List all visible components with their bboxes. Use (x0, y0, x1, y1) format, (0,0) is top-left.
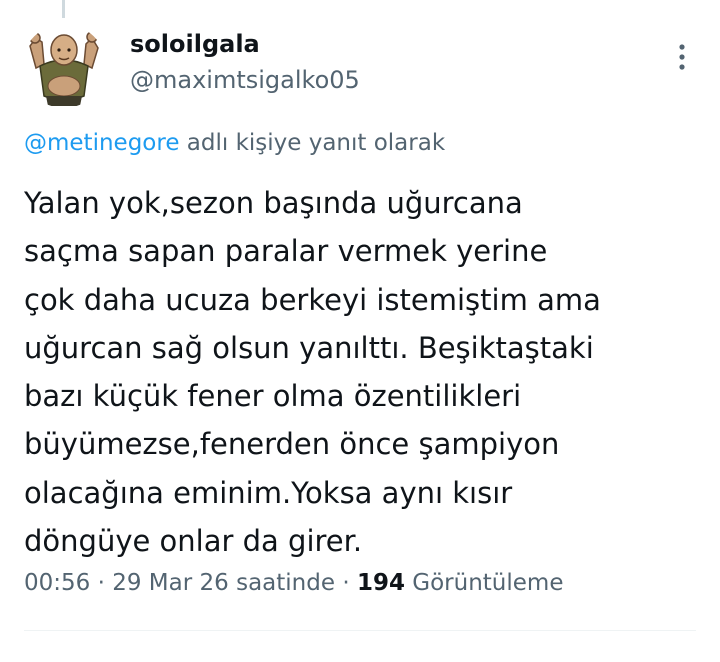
tweet-time[interactable]: 00:56 (24, 570, 90, 596)
views-label: Görüntüleme (404, 570, 564, 596)
tweet-meta: 00:56 · 29 Mar 26 saatinde · 194 Görüntü… (24, 570, 563, 596)
reply-context: @metinegore adlı kişiye yanıt olarak (24, 130, 445, 156)
tweet-date[interactable]: 29 Mar 26 saatinde (112, 570, 335, 596)
tweet-text-line: Yalan yok,sezon başında uğurcana (24, 186, 523, 220)
tweet-text-line: olacağına eminim.Yoksa aynı kısır (24, 475, 513, 510)
tweet-text-line: çok daha ucuza berkeyi istemiştim ama (24, 282, 601, 317)
avatar[interactable] (22, 24, 106, 108)
tweet-text-line: büyümezse,fenerden önce şampiyon (24, 427, 560, 462)
more-options-button[interactable] (668, 40, 696, 74)
meta-separator: · (90, 570, 113, 596)
view-count[interactable]: 194 (357, 570, 405, 596)
more-options-icon (679, 44, 685, 70)
tweet-text-line: bazı küçük fener olma özentilikleri (24, 379, 522, 414)
display-name[interactable]: soloilgala (130, 30, 260, 58)
user-handle[interactable]: @maximtsigalko05 (130, 66, 360, 94)
avatar-image (22, 24, 106, 108)
divider (24, 630, 696, 631)
thread-connector-line (62, 0, 65, 18)
tweet-text: Yalan yok,sezon başında uğurcana saçma s… (24, 179, 694, 565)
reply-context-text: adlı kişiye yanıt olarak (179, 130, 446, 156)
meta-separator: · (335, 570, 357, 596)
tweet-text-line: uğurcan sağ olsun yanılttı. Beşiktaştaki (24, 330, 594, 365)
tweet-text-line: saçma sapan paralar vermek yerine (24, 234, 548, 269)
reply-mention-link[interactable]: @metinegore (24, 130, 179, 156)
tweet-text-line: döngüye onlar da girer. (24, 524, 363, 559)
